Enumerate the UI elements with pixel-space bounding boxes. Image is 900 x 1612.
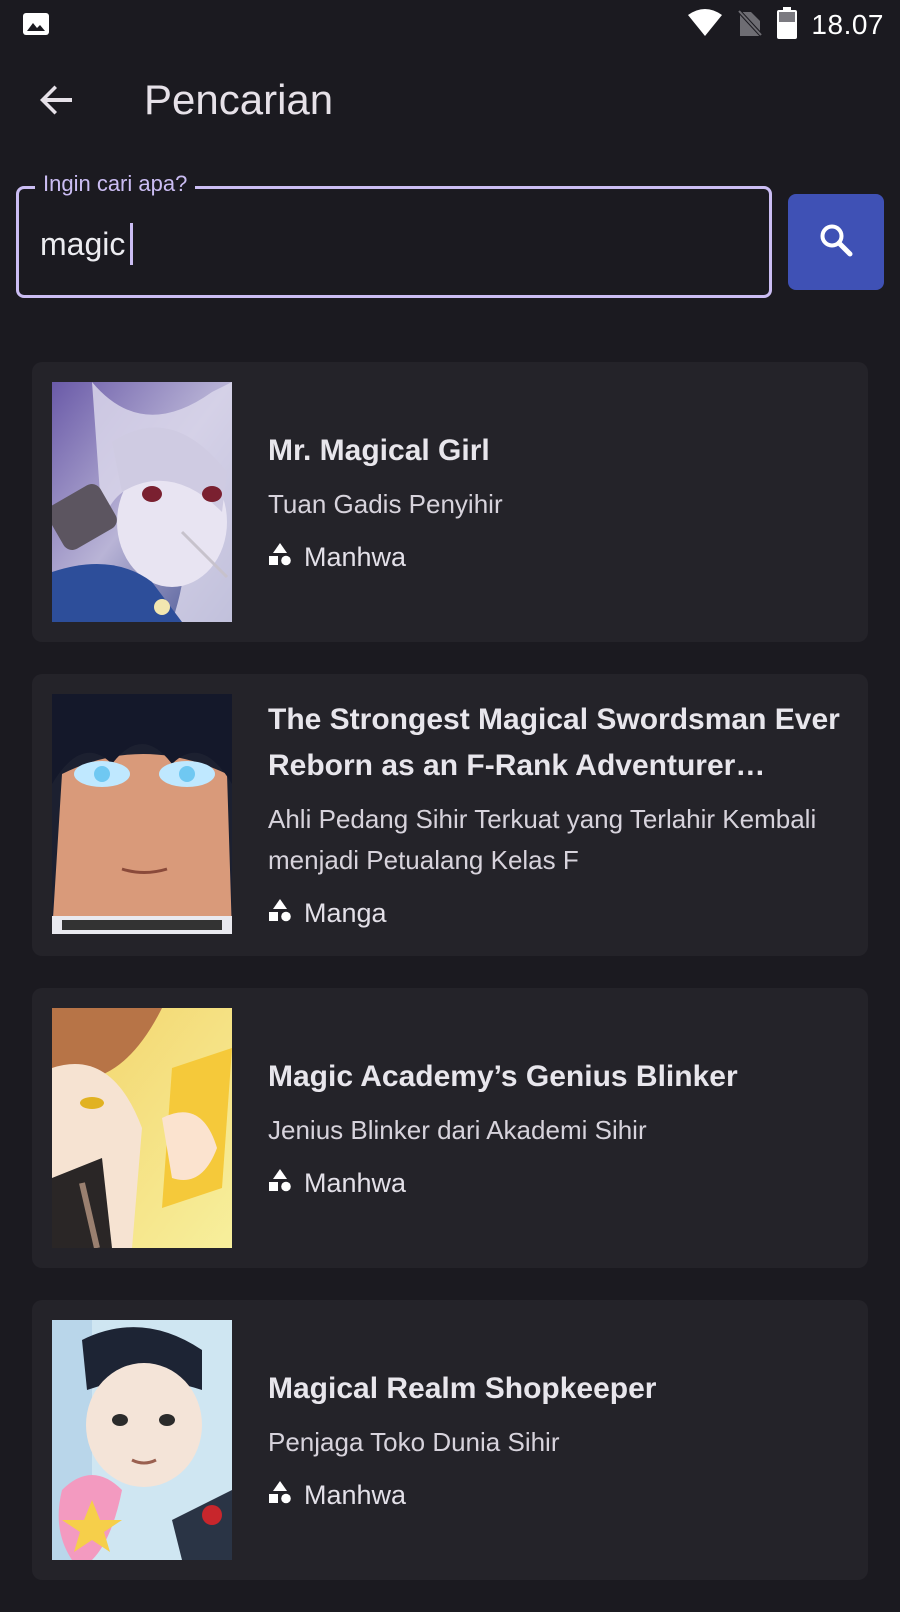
category-icon: [268, 893, 292, 933]
result-type-label: Manhwa: [304, 541, 407, 572]
result-subtitle: Penjaga Toko Dunia Sihir: [268, 1426, 560, 1457]
result-subtitle: Tuan Gadis Penyihir: [268, 488, 503, 519]
status-indicators: 18.07: [687, 6, 884, 44]
category-icon: [268, 1475, 292, 1515]
arrow-back-icon: [38, 82, 74, 123]
status-bar: 18.07: [0, 0, 900, 50]
result-type: Manhwa: [268, 1475, 848, 1515]
search-button[interactable]: [788, 194, 884, 290]
category-icon: [268, 537, 292, 577]
result-title: Magic Academy’s Genius Blinker: [268, 1059, 738, 1093]
result-type-label: Manhwa: [304, 1167, 407, 1198]
result-type: Manhwa: [268, 1163, 848, 1203]
search-field[interactable]: Ingin cari apa?: [16, 171, 772, 298]
wifi-icon: [687, 8, 723, 42]
result-type: Manhwa: [268, 537, 848, 577]
battery-icon: [777, 6, 798, 44]
text-caret: [130, 223, 133, 265]
result-type-label: Manga: [304, 898, 387, 928]
result-type: Manga: [268, 893, 848, 933]
result-card[interactable]: The Strongest Magical Swordsman Ever Reb…: [32, 674, 868, 956]
search-label: Ingin cari apa?: [35, 171, 196, 197]
card-text: Magical Realm Shopkeeper Penjaga Toko Du…: [268, 1300, 848, 1580]
gallery-icon: [22, 12, 50, 36]
back-button[interactable]: [26, 72, 86, 132]
result-subtitle: Ahli Pedang Sihir Terkuat yang Terlahir …: [268, 804, 817, 875]
search-icon: [818, 222, 854, 263]
cover-image: [52, 694, 232, 934]
result-title: Mr. Magical Girl: [268, 433, 490, 467]
card-text: Mr. Magical Girl Tuan Gadis Penyihir Man…: [268, 362, 848, 642]
card-text: The Strongest Magical Swordsman Ever Reb…: [268, 674, 848, 956]
result-title: Magical Realm Shopkeeper: [268, 1371, 657, 1405]
result-subtitle: Jenius Blinker dari Akademi Sihir: [268, 1114, 647, 1145]
search-input[interactable]: [40, 219, 740, 269]
result-card[interactable]: Magical Realm Shopkeeper Penjaga Toko Du…: [32, 1300, 868, 1580]
no-sim-icon: [736, 8, 764, 43]
cover-image: [52, 1008, 232, 1248]
page-title: Pencarian: [144, 76, 334, 123]
cover-image: [52, 1320, 232, 1560]
category-icon: [268, 1163, 292, 1203]
result-card[interactable]: Magic Academy’s Genius Blinker Jenius Bl…: [32, 988, 868, 1268]
result-title: The Strongest Magical Swordsman Ever Reb…: [268, 703, 840, 782]
cover-image: [52, 382, 232, 622]
app-bar: Pencarian: [0, 62, 900, 146]
result-card[interactable]: Mr. Magical Girl Tuan Gadis Penyihir Man…: [32, 362, 868, 642]
status-time: 18.07: [811, 9, 884, 40]
card-text: Magic Academy’s Genius Blinker Jenius Bl…: [268, 988, 848, 1268]
results-list: Mr. Magical Girl Tuan Gadis Penyihir Man…: [32, 362, 868, 1612]
result-type-label: Manhwa: [304, 1479, 407, 1510]
